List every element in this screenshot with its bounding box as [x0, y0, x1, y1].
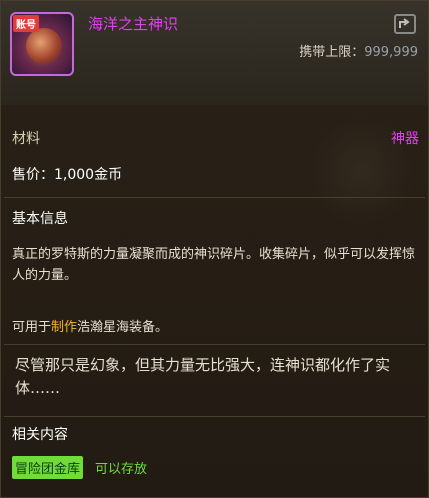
related-text: 可以存放 — [95, 462, 148, 477]
tooltip-header: 账号 海洋之主神识 携带上限：999,999 — [1, 1, 428, 105]
divider — [4, 416, 425, 417]
share-button[interactable] — [394, 14, 416, 34]
usage-prefix: 可用于 — [12, 320, 52, 335]
octopus-icon — [26, 28, 62, 64]
item-name: 海洋之主神识 — [88, 15, 179, 33]
usage-highlight: 制作 — [51, 320, 78, 335]
item-type: 材料 — [12, 131, 40, 147]
usage-suffix: 浩瀚星海装备。 — [77, 320, 169, 335]
item-description: 真正的罗特斯的力量凝聚而成的神识碎片。收集碎片，似乎可以发挥惊人的力量。 — [12, 247, 416, 283]
item-rarity: 神器 — [391, 131, 419, 147]
share-icon — [399, 18, 410, 28]
carry-limit-value: 999,999 — [364, 45, 418, 60]
divider — [4, 344, 425, 345]
item-icon[interactable]: 账号 — [10, 12, 74, 76]
item-usage: 可用于制作浩瀚星海装备。 — [12, 316, 168, 335]
related-title: 相关内容 — [12, 427, 68, 443]
carry-limit: 携带上限：999,999 — [299, 41, 418, 60]
account-badge: 账号 — [13, 15, 39, 32]
item-tooltip: 账号 海洋之主神识 携带上限：999,999 材料 神器 售价：1,000金币 … — [0, 0, 429, 498]
related-tag-storage[interactable]: 冒险团金库 — [12, 456, 84, 479]
basic-info-title: 基本信息 — [12, 211, 68, 227]
flavor-text: 尽管那只是幻象，但其力量无比强大，连神识都化作了实体…… — [15, 356, 391, 397]
item-price: 售价：1,000金币 — [12, 167, 123, 183]
carry-limit-label: 携带上限： — [299, 45, 365, 60]
divider — [4, 197, 425, 198]
